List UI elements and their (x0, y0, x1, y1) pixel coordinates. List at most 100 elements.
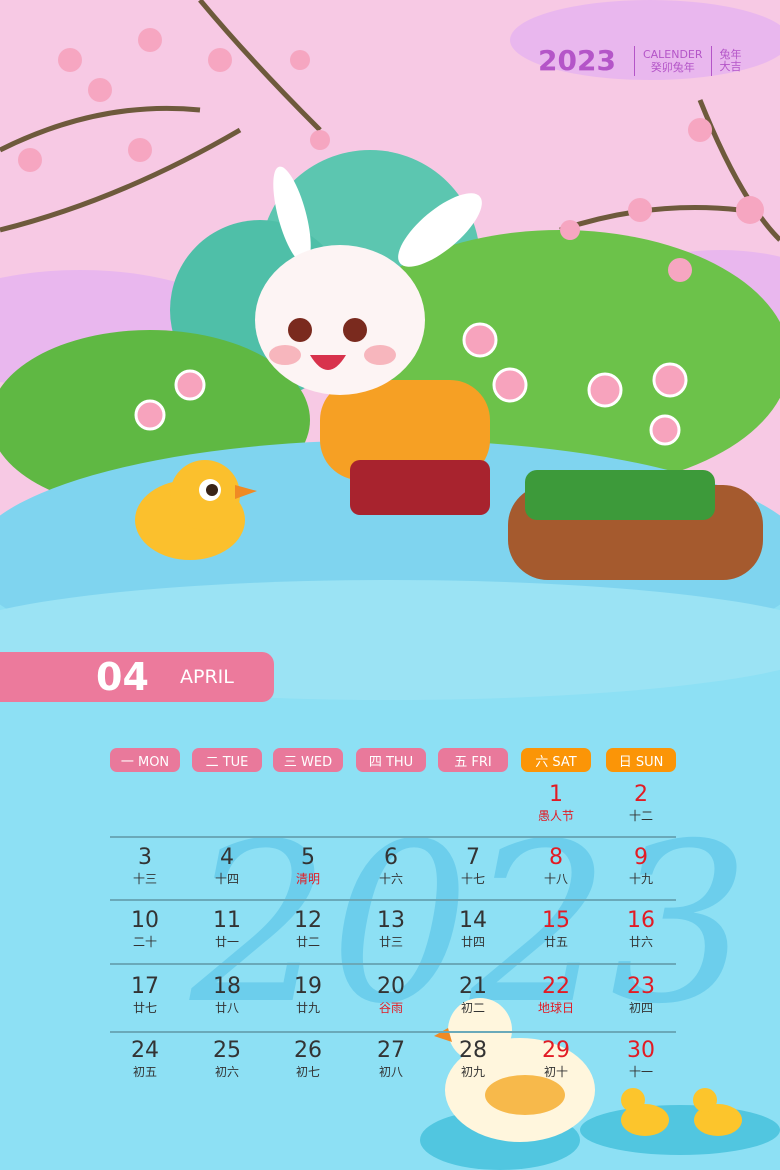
lunar-date: 初八 (378, 1065, 403, 1079)
lunar-date: 廿八 (214, 1001, 239, 1015)
day-number: 1 (549, 782, 563, 807)
weekday-header: 六 SAT (521, 748, 591, 772)
day-number: 13 (377, 908, 405, 933)
lunar-date: 十一 (628, 1065, 653, 1079)
day-cell: 13 廿三 (356, 908, 426, 950)
lunar-date: 廿九 (295, 1001, 320, 1015)
day-cell: 20 谷雨 (356, 974, 426, 1016)
lunar-date: 愚人节 (537, 809, 574, 823)
day-number: 29 (542, 1038, 570, 1063)
lunar-date: 初九 (460, 1065, 485, 1079)
day-cell: 11 廿一 (192, 908, 262, 950)
calendar-label: CALENDER (642, 47, 703, 61)
row-divider (110, 1031, 676, 1033)
day-cell: 18 廿八 (192, 974, 262, 1016)
row-divider (110, 963, 676, 965)
lunar-date: 初五 (132, 1065, 157, 1079)
day-number: 16 (627, 908, 655, 933)
day-cell: 16 廿六 (606, 908, 676, 950)
day-number: 10 (131, 908, 159, 933)
lunar-date: 廿七 (132, 1001, 157, 1015)
day-number: 30 (627, 1038, 655, 1063)
day-cell: 23 初四 (606, 974, 676, 1016)
weekday-header: 三 WED (273, 748, 343, 772)
day-cell: 9 十九 (606, 845, 676, 887)
day-number: 4 (220, 845, 234, 870)
day-number: 27 (377, 1038, 405, 1063)
lunar-date: 初十 (543, 1065, 568, 1079)
lunar-date: 初四 (628, 1001, 653, 1015)
day-number: 12 (294, 908, 322, 933)
year-label: 2023 (538, 44, 616, 77)
year-subtitle: 癸卯兔年 (650, 60, 695, 74)
weekday-header: 一 MON (110, 748, 180, 772)
day-cell: 7 十七 (438, 845, 508, 887)
day-cell: 24 初五 (110, 1038, 180, 1080)
day-number: 9 (634, 845, 648, 870)
lunar-date: 廿四 (460, 935, 485, 949)
day-cell: 5 清明 (273, 845, 343, 887)
lunar-date: 廿六 (628, 935, 653, 949)
lunar-date: 廿五 (543, 935, 568, 949)
day-cell: 1 愚人节 (521, 782, 591, 824)
day-number: 11 (213, 908, 241, 933)
weekday-header: 二 TUE (192, 748, 262, 772)
day-number: 15 (542, 908, 570, 933)
lunar-date: 初二 (460, 1001, 485, 1015)
day-cell: 28 初九 (438, 1038, 508, 1080)
lunar-date: 十八 (543, 872, 568, 886)
day-cell: 4 十四 (192, 845, 262, 887)
lunar-date: 清明 (295, 872, 320, 886)
calendar-poster: 2023 2023 CALENDER 癸卯兔年 兔年 大吉 04 APRIL 一… (0, 0, 780, 1170)
row-divider (110, 836, 676, 838)
weekday-header: 五 FRI (438, 748, 508, 772)
day-number: 6 (384, 845, 398, 870)
lunar-date: 初七 (295, 1065, 320, 1079)
lunar-date: 十九 (628, 872, 653, 886)
day-cell: 17 廿七 (110, 974, 180, 1016)
day-number: 14 (459, 908, 487, 933)
day-number: 7 (466, 845, 480, 870)
day-number: 5 (301, 845, 315, 870)
slogan-line: 大吉 (719, 59, 742, 73)
lunar-date: 十四 (214, 872, 239, 886)
day-cell: 6 十六 (356, 845, 426, 887)
lunar-date: 谷雨 (378, 1001, 403, 1015)
calendar-title: CALENDER 癸卯兔年 (643, 48, 703, 74)
day-number: 24 (131, 1038, 159, 1063)
day-cell: 15 廿五 (521, 908, 591, 950)
divider (710, 45, 712, 76)
lunar-date: 初六 (214, 1065, 239, 1079)
day-number: 8 (549, 845, 563, 870)
slogan: 兔年 大吉 (719, 47, 742, 73)
lunar-date: 廿一 (214, 935, 239, 949)
day-number: 2 (634, 782, 648, 807)
day-number: 17 (131, 974, 159, 999)
day-number: 18 (213, 974, 241, 999)
slogan-line: 兔年 (719, 47, 742, 61)
weekday-header: 日 SUN (606, 748, 676, 772)
month-number: 04 (96, 655, 149, 699)
day-cell: 30 十一 (606, 1038, 676, 1080)
day-cell: 21 初二 (438, 974, 508, 1016)
day-number: 25 (213, 1038, 241, 1063)
weekday-header: 四 THU (356, 748, 426, 772)
day-cell: 22 地球日 (521, 974, 591, 1016)
day-number: 19 (294, 974, 322, 999)
month-name: APRIL (180, 666, 234, 688)
lunar-date: 二十 (132, 935, 157, 949)
calendar-header: 2023 CALENDER 癸卯兔年 兔年 大吉 (538, 44, 742, 77)
day-number: 28 (459, 1038, 487, 1063)
day-cell: 27 初八 (356, 1038, 426, 1080)
month-banner: 04 APRIL (0, 652, 274, 702)
day-cell: 10 二十 (110, 908, 180, 950)
day-cell: 29 初十 (521, 1038, 591, 1080)
lunar-date: 十三 (132, 872, 157, 886)
lunar-date: 十二 (628, 809, 653, 823)
day-number: 3 (138, 845, 152, 870)
lunar-date: 十六 (378, 872, 403, 886)
day-cell: 12 廿二 (273, 908, 343, 950)
day-cell: 14 廿四 (438, 908, 508, 950)
day-cell: 19 廿九 (273, 974, 343, 1016)
lunar-date: 廿二 (295, 935, 320, 949)
